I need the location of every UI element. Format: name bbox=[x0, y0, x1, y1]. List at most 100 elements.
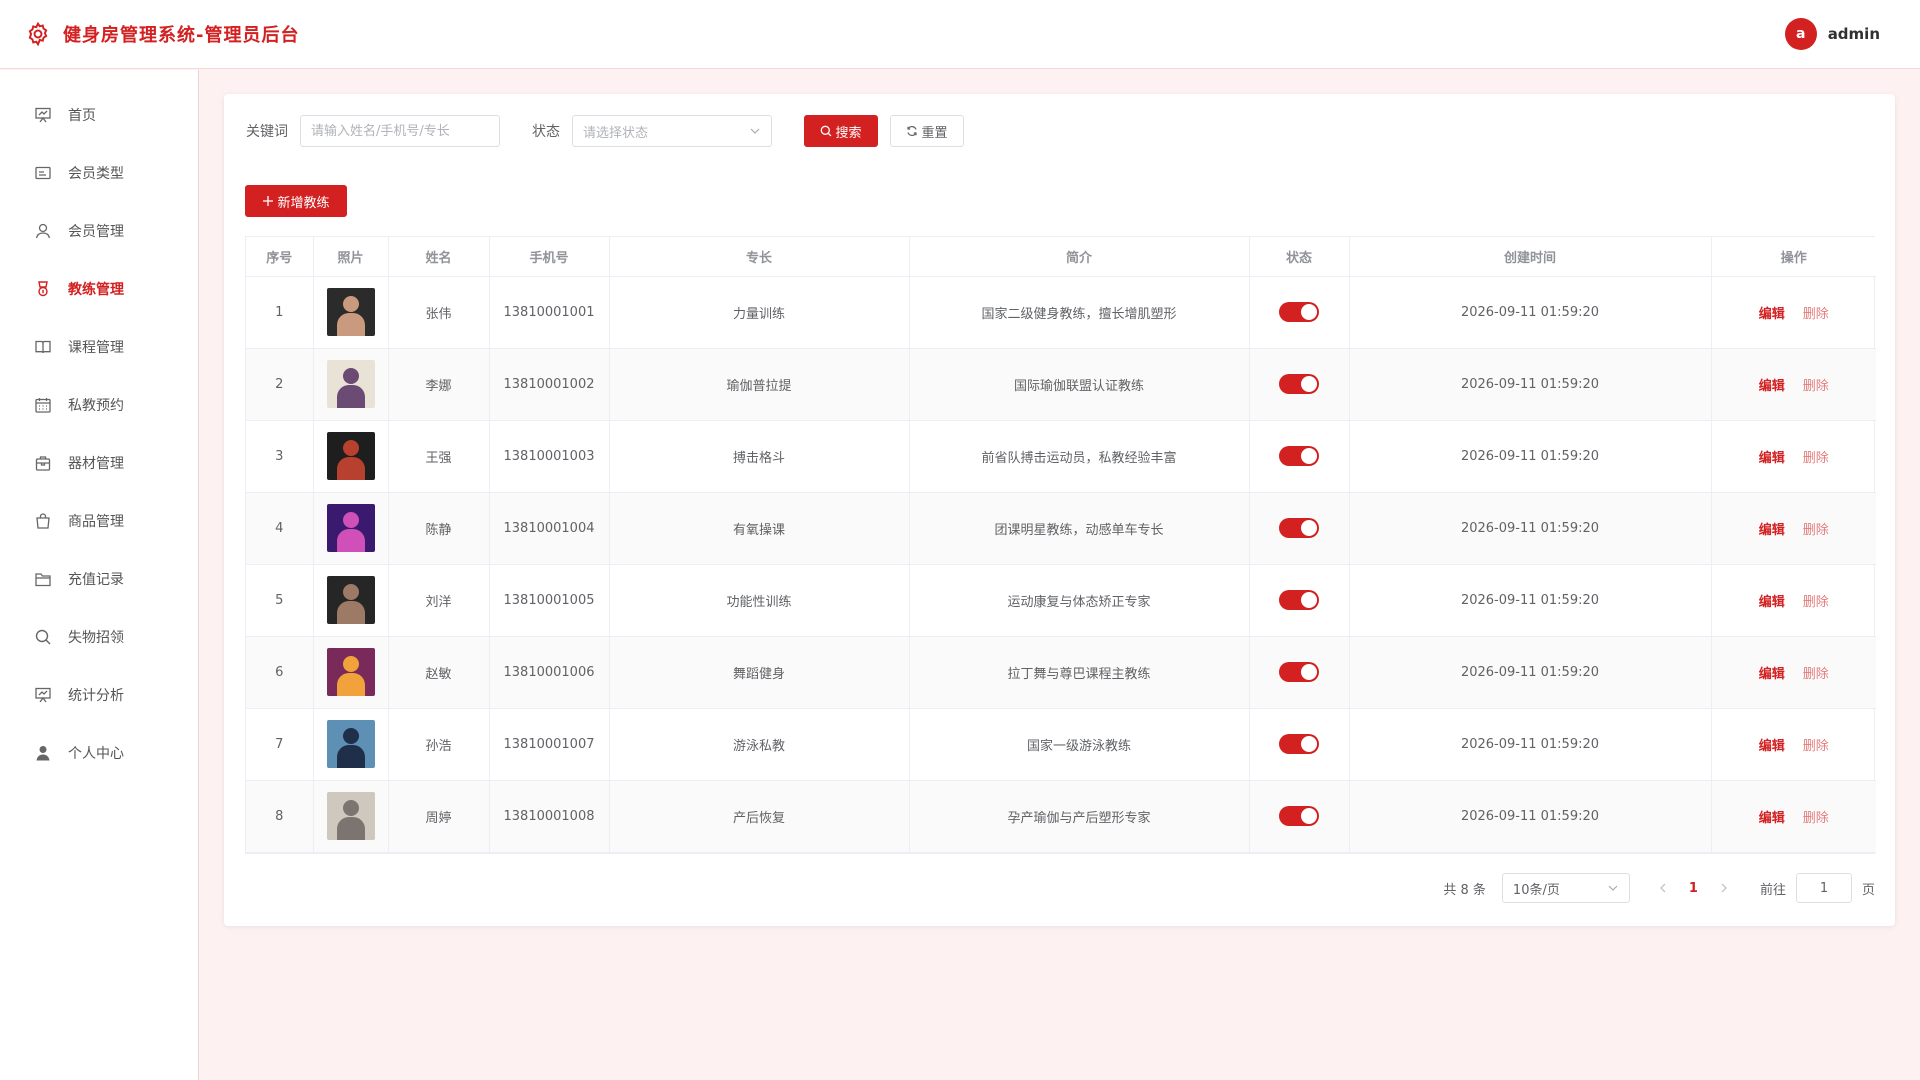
username[interactable]: admin bbox=[1828, 25, 1880, 43]
status-toggle[interactable] bbox=[1279, 590, 1319, 610]
sidebar-item-4[interactable]: 课程管理 bbox=[0, 318, 198, 376]
cell-index: 3 bbox=[246, 420, 314, 493]
delete-link[interactable]: 删除 bbox=[1803, 591, 1829, 610]
reset-button[interactable]: 重置 bbox=[890, 115, 964, 147]
cell-specialty: 力量训练 bbox=[609, 276, 910, 349]
user-menu[interactable]: a admin bbox=[1784, 18, 1880, 50]
dashboard-icon bbox=[34, 106, 52, 124]
cell-specialty: 搏击格斗 bbox=[609, 420, 910, 493]
cell-created: 2026-09-11 01:59:20 bbox=[1349, 780, 1712, 853]
bag-icon bbox=[34, 512, 52, 530]
cell-specialty: 瑜伽普拉提 bbox=[609, 348, 910, 421]
gear-logo-icon bbox=[25, 21, 51, 47]
status-select[interactable]: 请选择状态 bbox=[572, 115, 772, 147]
page-size-select[interactable]: 10条/页 bbox=[1501, 873, 1630, 903]
toggle-knob bbox=[1301, 664, 1317, 680]
sidebar-item-6[interactable]: 器材管理 bbox=[0, 434, 198, 492]
plus-icon bbox=[263, 196, 274, 206]
delete-link[interactable]: 删除 bbox=[1803, 663, 1829, 682]
status-toggle[interactable] bbox=[1279, 302, 1319, 322]
sidebar-item-11[interactable]: 个人中心 bbox=[0, 724, 198, 782]
sidebar-item-3[interactable]: 教练管理 bbox=[0, 260, 198, 318]
status-toggle[interactable] bbox=[1279, 518, 1319, 538]
status-toggle[interactable] bbox=[1279, 662, 1319, 682]
cell-specialty: 有氧操课 bbox=[609, 492, 910, 565]
delete-link[interactable]: 删除 bbox=[1803, 447, 1829, 466]
photo-figure-head bbox=[342, 296, 359, 312]
cell-status bbox=[1249, 636, 1350, 709]
next-page-icon[interactable] bbox=[1717, 881, 1731, 895]
sidebar-item-2[interactable]: 会员管理 bbox=[0, 202, 198, 260]
photo-figure-body bbox=[336, 673, 365, 696]
medal-icon bbox=[34, 280, 52, 298]
search-button-label: 搜索 bbox=[835, 125, 862, 141]
edit-link[interactable]: 编辑 bbox=[1759, 807, 1785, 826]
avatar[interactable]: a bbox=[1784, 18, 1817, 50]
search-button[interactable]: 搜索 bbox=[804, 115, 878, 147]
status-toggle[interactable] bbox=[1279, 806, 1319, 826]
table-row: 6 赵敏 13810001006 舞蹈健身 拉丁舞与尊巴课程主教练 2026-09-11 … bbox=[246, 636, 1876, 709]
sidebar-item-0[interactable]: 首页 bbox=[0, 86, 198, 144]
cell-phone: 13810001007 bbox=[489, 708, 610, 781]
cell-photo bbox=[313, 780, 389, 853]
cell-photo bbox=[313, 708, 389, 781]
column-header: 手机号 bbox=[489, 237, 610, 277]
sidebar-item-label: 商品管理 bbox=[68, 514, 124, 530]
photo-figure-head bbox=[342, 656, 359, 672]
status-toggle[interactable] bbox=[1279, 374, 1319, 394]
photo-figure-body bbox=[336, 457, 365, 480]
table-body: 1 张伟 13810001001 力量训练 国家二级健身教练，擅长增肌塑形 2026-09… bbox=[246, 276, 1876, 853]
goto-page-input[interactable] bbox=[1795, 873, 1852, 903]
delete-link[interactable]: 删除 bbox=[1803, 375, 1829, 394]
sidebar-item-8[interactable]: 充值记录 bbox=[0, 550, 198, 608]
edit-link[interactable]: 编辑 bbox=[1759, 663, 1785, 682]
cell-specialty: 舞蹈健身 bbox=[609, 636, 910, 709]
user-icon bbox=[34, 222, 52, 240]
cell-name: 赵敏 bbox=[388, 636, 490, 709]
keyword-input[interactable] bbox=[300, 115, 500, 147]
edit-link[interactable]: 编辑 bbox=[1759, 303, 1785, 322]
cell-name: 张伟 bbox=[388, 276, 490, 349]
sidebar-item-7[interactable]: 商品管理 bbox=[0, 492, 198, 550]
sidebar-item-5[interactable]: 私教预约 bbox=[0, 376, 198, 434]
reset-button-label: 重置 bbox=[921, 125, 948, 141]
delete-link[interactable]: 删除 bbox=[1803, 303, 1829, 322]
cell-intro: 国家二级健身教练，擅长增肌塑形 bbox=[909, 276, 1250, 349]
card-icon bbox=[34, 164, 52, 182]
toggle-knob bbox=[1301, 736, 1317, 752]
toggle-knob bbox=[1301, 448, 1317, 464]
cell-specialty: 产后恢复 bbox=[609, 780, 910, 853]
delete-link[interactable]: 删除 bbox=[1803, 807, 1829, 826]
cell-status bbox=[1249, 564, 1350, 637]
edit-link[interactable]: 编辑 bbox=[1759, 519, 1785, 538]
table-row: 5 刘洋 13810001005 功能性训练 运动康复与体态矫正专家 2026-09-11… bbox=[246, 564, 1876, 637]
sidebar-item-9[interactable]: 失物招领 bbox=[0, 608, 198, 666]
edit-link[interactable]: 编辑 bbox=[1759, 447, 1785, 466]
sidebar-item-label: 会员管理 bbox=[68, 224, 124, 240]
delete-link[interactable]: 删除 bbox=[1803, 735, 1829, 754]
edit-link[interactable]: 编辑 bbox=[1759, 591, 1785, 610]
coach-photo bbox=[326, 504, 375, 552]
sidebar-item-10[interactable]: 统计分析 bbox=[0, 666, 198, 724]
prev-page-icon[interactable] bbox=[1656, 881, 1670, 895]
photo-figure-head bbox=[342, 584, 359, 600]
add-coach-button[interactable]: 新增教练 bbox=[245, 185, 347, 217]
page-number-current[interactable]: 1 bbox=[1689, 881, 1698, 896]
edit-link[interactable]: 编辑 bbox=[1759, 375, 1785, 394]
column-header: 照片 bbox=[313, 237, 389, 277]
cell-actions: 编辑 删除 bbox=[1711, 420, 1876, 493]
cell-index: 4 bbox=[246, 492, 314, 565]
column-header: 状态 bbox=[1249, 237, 1350, 277]
sidebar-item-1[interactable]: 会员类型 bbox=[0, 144, 198, 202]
coach-photo bbox=[326, 792, 375, 840]
cell-photo bbox=[313, 564, 389, 637]
status-toggle[interactable] bbox=[1279, 446, 1319, 466]
status-select-placeholder: 请选择状态 bbox=[583, 125, 649, 141]
status-toggle[interactable] bbox=[1279, 734, 1319, 754]
table-header: 序号 照片 姓名 手机号 专长 简介 状态 创建时间 操作 bbox=[246, 237, 1876, 277]
delete-link[interactable]: 删除 bbox=[1803, 519, 1829, 538]
cell-index: 8 bbox=[246, 780, 314, 853]
cell-intro: 孕产瑜伽与产后塑形专家 bbox=[909, 780, 1250, 853]
cell-status bbox=[1249, 492, 1350, 565]
edit-link[interactable]: 编辑 bbox=[1759, 735, 1785, 754]
